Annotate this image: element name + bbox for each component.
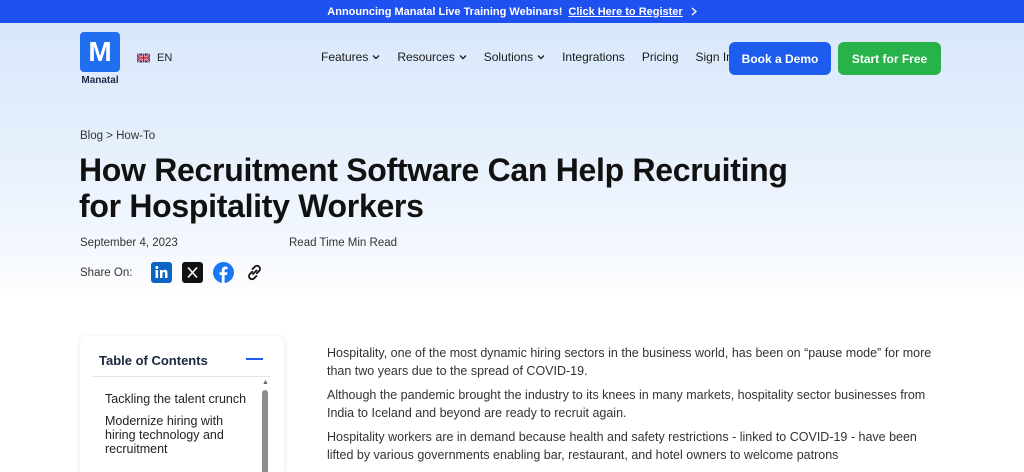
toc-item[interactable]: Tackling the talent crunch	[105, 392, 255, 406]
logo-mark: M	[80, 32, 120, 72]
announcement-text: Announcing Manatal Live Training Webinar…	[327, 5, 563, 18]
logo-wordmark: Manatal	[81, 75, 119, 86]
divider	[93, 376, 270, 377]
publish-date: September 4, 2023	[80, 237, 178, 249]
nav-resources-label: Resources	[397, 50, 455, 64]
manatal-logo[interactable]: M Manatal	[79, 32, 121, 86]
chevron-down-icon	[459, 55, 467, 60]
nav-sign-in[interactable]: Sign In	[696, 50, 733, 64]
nav-features[interactable]: Features	[321, 50, 380, 64]
nav-sign-in-label: Sign In	[695, 50, 733, 64]
start-free-button[interactable]: Start for Free	[838, 42, 941, 75]
scroll-up-icon[interactable]: ▲	[262, 379, 269, 386]
page-title: How Recruitment Software Can Help Recrui…	[79, 152, 909, 224]
nav-pricing-label: Pricing	[641, 50, 679, 64]
nav-resources[interactable]: Resources	[397, 50, 467, 64]
scroll-thumb[interactable]	[262, 390, 268, 472]
language-label: EN	[157, 52, 173, 64]
toc-scrollbar[interactable]: ▲	[261, 379, 269, 472]
x-icon[interactable]	[182, 262, 203, 283]
nav-solutions-label: Solutions	[483, 50, 534, 64]
title-line-1: How Recruitment Software Can Help Recrui…	[79, 152, 788, 188]
toc-list: Tackling the talent crunch Modernize hir…	[105, 392, 255, 464]
share-buttons	[151, 262, 265, 283]
read-time: Read Time Min Read	[289, 237, 398, 249]
nav-pricing[interactable]: Pricing	[642, 50, 679, 64]
uk-flag-icon	[137, 53, 150, 63]
register-link[interactable]: Click Here to Register	[568, 6, 682, 18]
paragraph: Hospitality workers are in demand becaus…	[327, 430, 917, 462]
table-of-contents: Table of Contents Tackling the talent cr…	[80, 336, 284, 472]
collapse-icon[interactable]	[246, 358, 263, 360]
facebook-icon[interactable]	[213, 262, 234, 283]
article-body: Hospitality, one of the most dynamic hir…	[327, 344, 943, 470]
link-icon[interactable]	[244, 262, 265, 283]
nav-features-label: Features	[321, 50, 369, 64]
nav-integrations[interactable]: Integrations	[562, 50, 625, 64]
breadcrumb[interactable]: Blog > How-To	[80, 130, 155, 142]
book-demo-button[interactable]: Book a Demo	[729, 42, 831, 75]
paragraph: Hospitality, one of the most dynamic hir…	[327, 346, 932, 378]
paragraph: Although the pandemic brought the indust…	[327, 388, 926, 420]
share-label: Share On:	[80, 267, 133, 279]
nav-solutions[interactable]: Solutions	[484, 50, 545, 64]
announcement-bar: Announcing Manatal Live Training Webinar…	[0, 0, 1024, 23]
chevron-right-icon[interactable]	[691, 7, 697, 16]
nav-integrations-label: Integrations	[562, 50, 625, 64]
title-line-2: for Hospitality Workers	[79, 188, 424, 224]
language-selector[interactable]: EN	[137, 52, 172, 64]
chevron-down-icon	[372, 55, 380, 60]
chevron-down-icon	[537, 55, 545, 60]
toc-item[interactable]: Modernize hiring with hiring technology …	[105, 414, 255, 456]
linkedin-icon[interactable]	[151, 262, 172, 283]
main-nav: Features Resources Solutions Integration…	[321, 50, 750, 64]
toc-title: Table of Contents	[99, 353, 208, 368]
